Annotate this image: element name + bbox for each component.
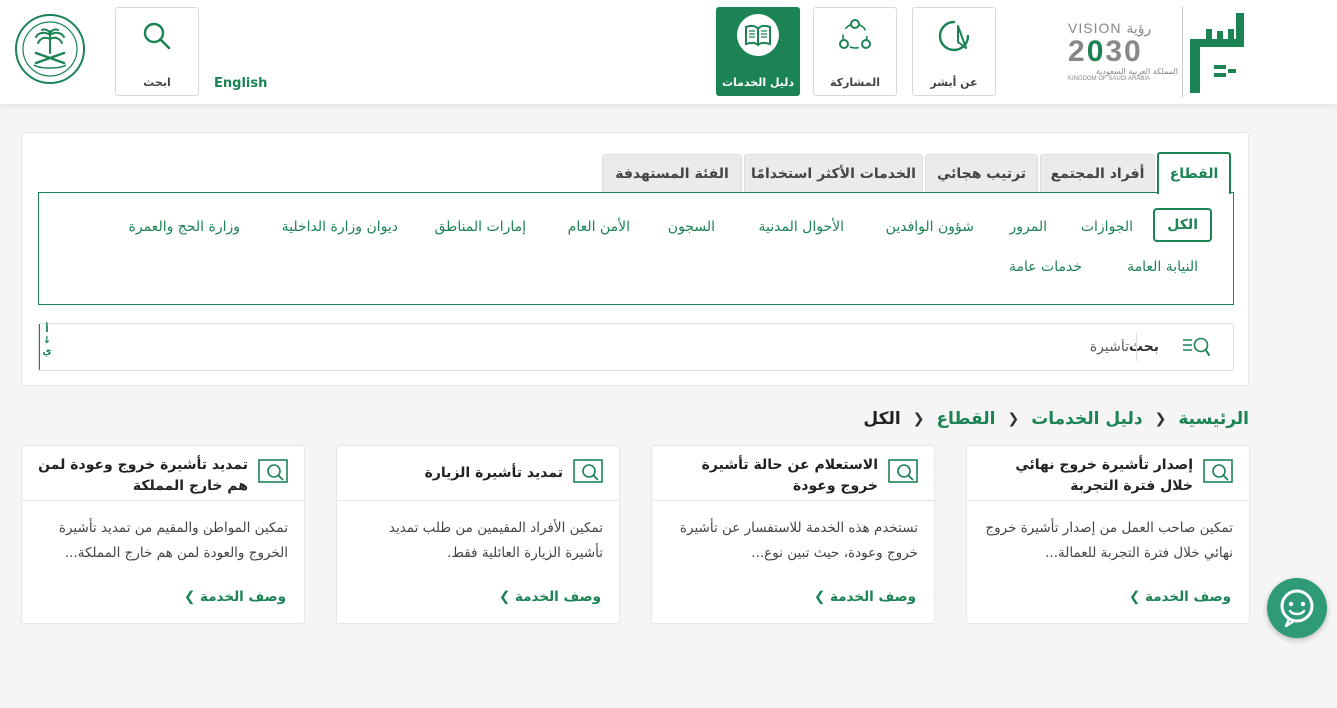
sector-chip-civil-affairs[interactable]: الأحوال المدنية <box>759 219 845 235</box>
tab-target-group[interactable]: الفئة المستهدفة <box>602 154 742 192</box>
service-description-link[interactable]: وصف الخدمة ❯ <box>184 589 286 605</box>
search-button-label: ابحث <box>143 76 171 89</box>
breadcrumb: الرئيسية ❯ دليل الخدمات ❯ القطاع ❯ الكل <box>863 409 1249 429</box>
service-card-header: الاستعلام عن حالة تأشيرة خروج وعودة <box>652 446 934 501</box>
chatbot-button[interactable] <box>1267 578 1327 638</box>
service-description-link[interactable]: وصف الخدمة ❯ <box>814 589 916 605</box>
search-icon <box>139 18 175 54</box>
search-input[interactable] <box>69 332 1129 362</box>
sort-arrow-icon: ↓ <box>42 335 52 346</box>
sector-chip-public-security[interactable]: الأمن العام <box>568 219 630 235</box>
service-search-icon <box>888 458 920 490</box>
sort-bar <box>39 324 40 370</box>
chevron-left-icon: ❯ <box>1129 589 1141 605</box>
tab-alphabetical[interactable]: ترتيب هجائي <box>925 154 1038 192</box>
chevron-left-icon: ❯ <box>499 589 511 605</box>
tab-sector[interactable]: القطاع <box>1157 152 1231 194</box>
search-button[interactable]: ابحث <box>115 7 199 96</box>
sector-chip-prisons[interactable]: السجون <box>668 219 715 235</box>
chevron-left-icon: ❯ <box>912 411 925 427</box>
vision-year: 2030 <box>1068 35 1143 68</box>
vision-2030-logo: VISION رؤية 2030 المملكة العربية السعودي… <box>1068 20 1178 92</box>
service-search-icon <box>1203 458 1235 490</box>
saudi-emblem-logo[interactable] <box>15 14 85 84</box>
sector-chip-moi-diwan[interactable]: ديوان وزارة الداخلية <box>282 219 398 235</box>
nav-about-label: عن أبشر <box>930 76 978 89</box>
service-card-title[interactable]: إصدار تأشيرة خروج نهائي خلال فترة التجرب… <box>979 455 1193 497</box>
sector-chip-traffic[interactable]: المرور <box>1010 219 1048 235</box>
palm-swords-icon <box>22 21 78 77</box>
search-bar: بحث أ ↓ ي <box>38 323 1234 371</box>
chevron-left-icon: ❯ <box>814 589 826 605</box>
sector-chip-passports[interactable]: الجوازات <box>1081 219 1133 235</box>
service-card-title[interactable]: الاستعلام عن حالة تأشيرة خروج وعودة <box>664 455 878 497</box>
top-header: ابحث English دليل الخدمات المشاركة عن أب… <box>0 0 1337 104</box>
service-search-icon <box>573 458 605 490</box>
service-card-description: تمكين المواطن والمقيم من تمديد تأشيرة ال… <box>58 520 288 561</box>
service-card-title[interactable]: تمديد تأشيرة خروج وعودة لمن هم خارج المم… <box>34 455 248 497</box>
absher-wordmark-icon <box>1189 13 1244 93</box>
chevron-left-icon: ❯ <box>1007 411 1020 427</box>
chatbot-face-icon <box>1280 589 1314 628</box>
nav-about-absher[interactable]: عن أبشر <box>912 7 996 96</box>
sort-letter-ya: ي <box>42 346 52 357</box>
service-card[interactable]: تمديد تأشيرة خروج وعودة لمن هم خارج المم… <box>21 445 305 624</box>
search-list-icon <box>1181 335 1211 363</box>
service-card-header: إصدار تأشيرة خروج نهائي خلال فترة التجرب… <box>967 446 1249 501</box>
search-label: بحث <box>1128 339 1159 355</box>
sector-filter-box: الكل الجوازات المرور شؤون الوافدين الأحو… <box>38 192 1234 305</box>
nav-participation[interactable]: المشاركة <box>813 7 897 96</box>
vision-subtitle-ar: المملكة العربية السعودية <box>1095 67 1178 76</box>
pie-chart-icon <box>936 18 972 54</box>
service-card[interactable]: تمديد تأشيرة الزيارة تمكين الأفراد المقي… <box>336 445 620 624</box>
sector-chip-public-prosecution[interactable]: النيابة العامة <box>1127 259 1198 275</box>
breadcrumb-home[interactable]: الرئيسية <box>1178 409 1249 429</box>
tab-community-members[interactable]: أفراد المجتمع <box>1040 154 1155 192</box>
service-card-description: تمكين الأفراد المقيمين من طلب تمديد تأشي… <box>388 520 603 561</box>
book-icon <box>737 14 779 56</box>
service-card[interactable]: الاستعلام عن حالة تأشيرة خروج وعودة تستخ… <box>651 445 935 624</box>
sort-alpha-toggle[interactable]: أ ↓ ي <box>42 324 52 370</box>
service-description-link[interactable]: وصف الخدمة ❯ <box>499 589 601 605</box>
sector-chip-all[interactable]: الكل <box>1153 208 1212 242</box>
chevron-left-icon: ❯ <box>1154 411 1167 427</box>
sector-chip-expat-affairs[interactable]: شؤون الوافدين <box>886 219 974 235</box>
service-card-description: تستخدم هذه الخدمة للاستفسار عن تأشيرة خر… <box>679 520 918 561</box>
absher-logo[interactable] <box>1182 6 1248 98</box>
nav-services-guide[interactable]: دليل الخدمات <box>716 7 800 96</box>
service-card-title[interactable]: تمديد تأشيرة الزيارة <box>349 463 563 484</box>
language-english-link[interactable]: English <box>214 76 267 91</box>
nav-participation-label: المشاركة <box>830 76 880 89</box>
vision-subtitle-en: KINGDOM OF SAUDI ARABIA <box>1068 76 1151 82</box>
service-card-header: تمديد تأشيرة خروج وعودة لمن هم خارج المم… <box>22 446 304 501</box>
sector-chip-general-services[interactable]: خدمات عامة <box>1009 259 1082 275</box>
network-icon <box>837 18 873 54</box>
sector-chip-emirates[interactable]: إمارات المناطق <box>435 219 527 235</box>
search-divider <box>1136 333 1137 361</box>
breadcrumb-services-guide[interactable]: دليل الخدمات <box>1031 409 1142 429</box>
chevron-left-icon: ❯ <box>184 589 196 605</box>
breadcrumb-current: الكل <box>863 409 901 429</box>
service-description-link[interactable]: وصف الخدمة ❯ <box>1129 589 1231 605</box>
breadcrumb-sector[interactable]: القطاع <box>936 409 995 429</box>
service-card-header: تمديد تأشيرة الزيارة <box>337 446 619 501</box>
filter-panel: القطاع أفراد المجتمع ترتيب هجائي الخدمات… <box>21 132 1249 386</box>
tab-most-used[interactable]: الخدمات الأكثر استخدامًا <box>744 154 923 192</box>
nav-services-guide-label: دليل الخدمات <box>721 76 795 89</box>
sector-chip-hajj-umrah[interactable]: وزارة الحج والعمرة <box>129 219 240 235</box>
service-card-description: تمكين صاحب العمل من إصدار تأشيرة خروج نه… <box>985 520 1233 561</box>
service-card[interactable]: إصدار تأشيرة خروج نهائي خلال فترة التجرب… <box>966 445 1250 624</box>
sort-letter-alef: أ <box>45 324 49 335</box>
service-search-icon <box>258 458 290 490</box>
